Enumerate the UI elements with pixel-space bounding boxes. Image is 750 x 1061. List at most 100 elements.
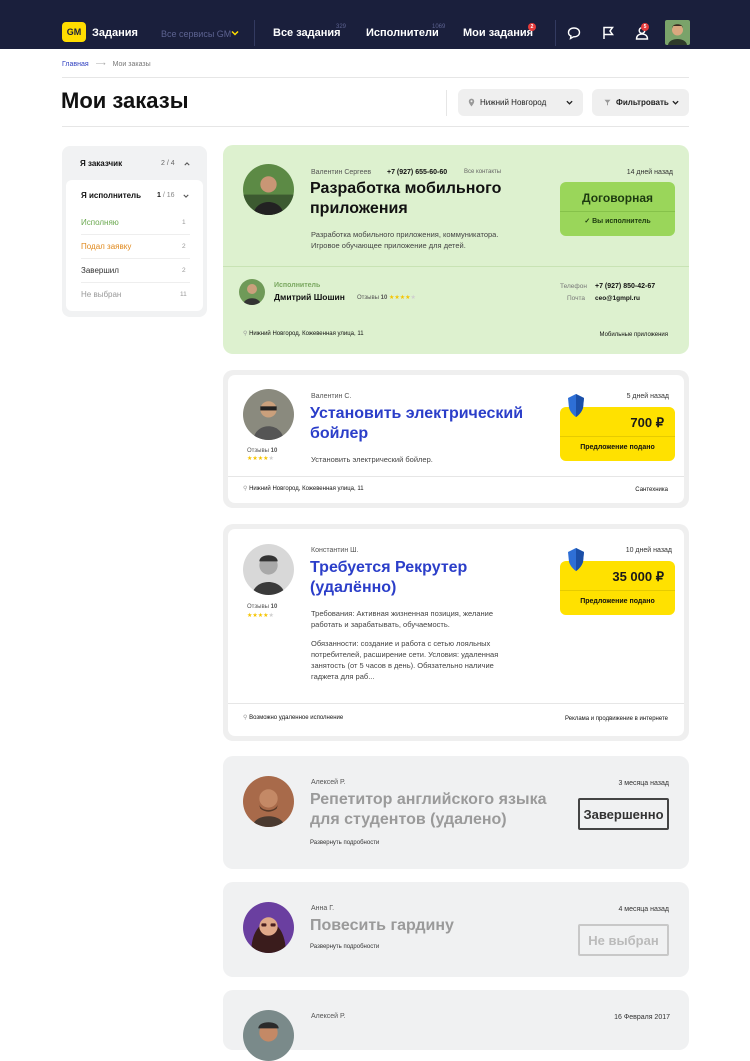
gm-logo[interactable]: GM: [62, 22, 86, 42]
author-avatar[interactable]: [243, 902, 294, 953]
order-category[interactable]: Мобильные приложения: [503, 331, 669, 340]
price-value: 35 000 ₽: [612, 569, 664, 584]
page-title: Мои заказы: [61, 88, 189, 113]
title-line: Установить электрический: [310, 405, 524, 422]
executor-avatar[interactable]: [239, 279, 265, 305]
city-value: Нижний Новгород: [480, 98, 547, 107]
price-box: 35 000 ₽ Предложение подано: [560, 548, 675, 615]
sidebar-customer-label[interactable]: Я заказчик: [80, 159, 122, 169]
breadcrumb-home[interactable]: Главная: [62, 61, 89, 68]
status-label: ✓ Вы исполнитель: [560, 217, 675, 225]
order-card[interactable]: Алексей Р. 3 месяца назад Репетитор англ…: [223, 756, 689, 869]
breadcrumb: Главная ⟶ Мои заказы: [62, 60, 151, 68]
notifications-badge: 5: [641, 23, 649, 31]
divider: [446, 90, 447, 116]
divider: [62, 77, 689, 78]
nav-executors-count: 1069: [432, 24, 446, 30]
address-text: Нижний Новгород, Кожевенная улица, 11: [249, 331, 364, 337]
title-line: Разработка мобильного: [310, 180, 502, 197]
order-card[interactable]: Алексей Р. 16 Февраля 2017: [223, 990, 689, 1061]
status-label: Предложение подано: [580, 598, 655, 605]
order-title[interactable]: Повесить гардину: [310, 916, 454, 936]
flag-icon[interactable]: [601, 26, 615, 40]
expand-details-link[interactable]: Развернуть подробности: [310, 839, 379, 848]
author-avatar[interactable]: [243, 776, 294, 827]
reviews-count: 10: [380, 295, 388, 301]
posted-time: 14 дней назад: [626, 169, 673, 176]
author-avatar[interactable]: [243, 544, 294, 595]
order-card[interactable]: Анна Г. 4 месяца назад Повесить гардину …: [223, 882, 689, 977]
executor-name[interactable]: Дмитрий Шошин: [274, 293, 345, 302]
order-card[interactable]: Отзывы 10 ★★★★★ Константин Ш. 10 дней на…: [223, 524, 689, 741]
status-stamp: Завершенно: [578, 798, 669, 830]
divider: [81, 282, 190, 283]
my-tasks-badge: 2: [528, 23, 536, 31]
divider: [62, 126, 689, 127]
author-avatar[interactable]: [243, 1010, 294, 1061]
order-title[interactable]: Установить электрический бойлер: [310, 404, 523, 444]
order-title[interactable]: Разработка мобильного приложения: [310, 179, 501, 219]
user-avatar[interactable]: [665, 20, 690, 45]
sidebar-item-label: Исполняю: [81, 218, 119, 227]
divider: [81, 234, 190, 235]
posted-time: 10 дней назад: [625, 547, 672, 554]
count-total: 4: [170, 160, 175, 167]
divider: [555, 20, 556, 46]
reviews-count: 10: [270, 448, 278, 454]
order-address: ⚲ Нижний Новгород, Кожевенная улица, 11: [243, 485, 364, 494]
chevron-down-icon[interactable]: [183, 193, 189, 199]
expand-details-link[interactable]: Развернуть подробности: [310, 943, 379, 952]
chat-icon[interactable]: [567, 26, 581, 40]
order-category[interactable]: Сантехника: [523, 486, 668, 495]
author-name[interactable]: Алексей Р.: [311, 778, 345, 787]
all-contacts-link[interactable]: Все контакты: [464, 168, 501, 177]
check-icon: ✓: [584, 218, 593, 225]
posted-time: 4 месяца назад: [618, 906, 669, 913]
sidebar-executor-label[interactable]: Я исполнитель: [81, 191, 141, 201]
title-line: (удалённо): [310, 579, 397, 596]
nav-executors[interactable]: Исполнители: [366, 27, 439, 40]
location-pin-icon: [468, 98, 475, 107]
city-select[interactable]: Нижний Новгород: [458, 89, 583, 116]
author-name[interactable]: Константин Ш.: [311, 546, 359, 555]
mail-label: Почта: [567, 295, 586, 302]
author-name[interactable]: Алексей Р.: [311, 1012, 345, 1021]
chevron-down-icon[interactable]: [231, 29, 239, 37]
order-title[interactable]: Репетитор английского языка для студенто…: [310, 790, 546, 830]
author-avatar[interactable]: [243, 389, 294, 440]
executor-email[interactable]: ceo@1gmpl.ru: [595, 294, 640, 303]
order-address: ⚲ Возможно удаленное исполнение: [243, 714, 343, 723]
order-card[interactable]: Валентин Сергеев +7 (927) 655-60-60 Все …: [223, 145, 689, 354]
services-dropdown[interactable]: Все сервисы GM: [161, 29, 231, 39]
filter-button[interactable]: Фильтровать: [592, 89, 689, 116]
nav-my-tasks[interactable]: Мои задания: [463, 27, 533, 40]
rating-stars: ★★★★★: [247, 613, 274, 619]
posted-time: 3 месяца назад: [618, 780, 669, 787]
divider: [228, 476, 684, 477]
chevron-up-icon[interactable]: [184, 161, 190, 167]
status-stamp: Не выбран: [578, 924, 669, 956]
status-label: Предложение подано: [580, 444, 655, 451]
nav-all-tasks[interactable]: Все задания: [273, 27, 341, 40]
app-title[interactable]: Задания: [92, 27, 138, 40]
count-total: 16: [166, 192, 175, 199]
chevron-down-icon: [672, 100, 679, 105]
author-name[interactable]: Валентин Сергеев: [311, 168, 371, 177]
divider: [228, 703, 684, 704]
author-name[interactable]: Валентин С.: [311, 392, 351, 401]
order-title[interactable]: Требуется Рекрутер (удалённо): [310, 558, 467, 598]
desc-line: Разработка мобильного приложения, коммун…: [311, 230, 499, 239]
author-name[interactable]: Анна Г.: [311, 904, 334, 913]
author-avatar[interactable]: [243, 164, 294, 215]
executor-phone: +7 (927) 850-42-67: [595, 283, 656, 290]
title-line: Репетитор английского языка: [310, 791, 547, 808]
sidebar-item-label: Не выбран: [81, 290, 122, 299]
order-category[interactable]: Реклама и продвижение в интернете: [503, 715, 668, 724]
sidebar-item-label: Завершил: [81, 266, 119, 275]
rating-star-empty: ★: [410, 295, 416, 301]
order-description: Установить электрический бойлер.: [311, 454, 433, 465]
desc-line: Установить электрический бойлер.: [311, 455, 433, 464]
status-text: Вы исполнитель: [592, 218, 651, 225]
order-card[interactable]: Отзывы 10 ★★★★★ Валентин С. 5 дней назад…: [223, 370, 689, 508]
